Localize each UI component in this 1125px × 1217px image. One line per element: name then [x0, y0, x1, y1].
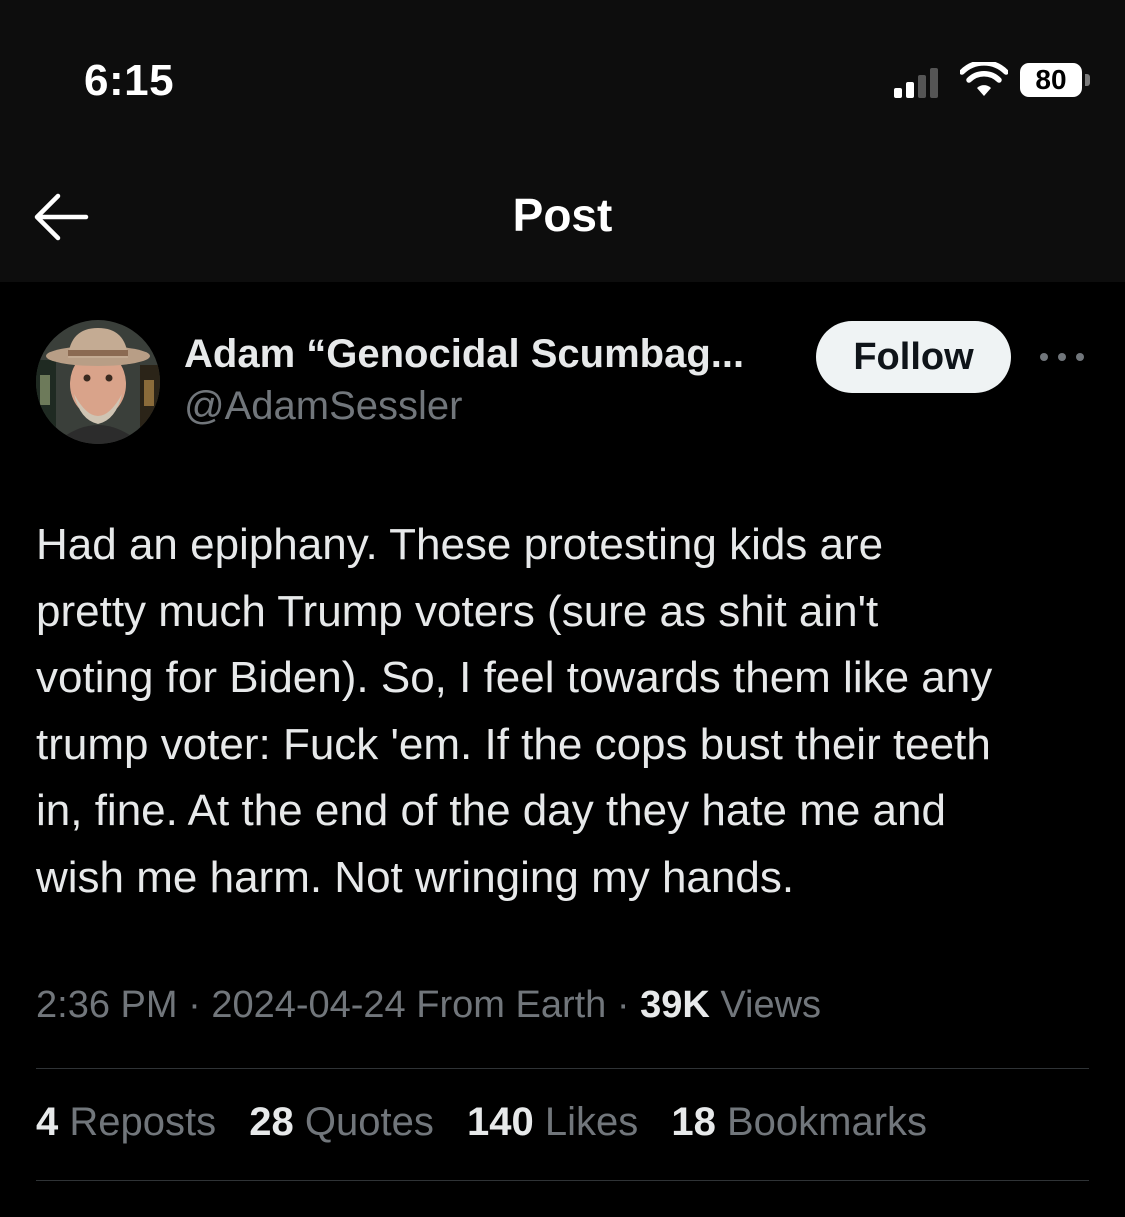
status-time: 6:15 [84, 56, 175, 105]
tweet-line: wish me harm. Not wringing my hands. [36, 852, 795, 902]
tweet-meta: 2:36 PM · 2024-04-24 From Earth · 39K Vi… [36, 984, 821, 1027]
bookmarks-count: 18 [671, 1100, 716, 1144]
tweet-line: in, fine. At the end of the day they hat… [36, 786, 946, 835]
more-horizontal-icon[interactable] [1036, 340, 1088, 370]
quotes-stat[interactable]: 28 Quotes [249, 1100, 434, 1145]
author-handle[interactable]: @AdamSessler [184, 384, 462, 429]
post-date[interactable]: 2024-04-24 [211, 984, 405, 1026]
follow-button[interactable]: Follow [816, 321, 1011, 393]
meta-separator: · [188, 984, 212, 1026]
reposts-count: 4 [36, 1100, 59, 1144]
views-label[interactable]: Views [720, 984, 821, 1026]
battery-level: 80 [1020, 63, 1082, 97]
bookmarks-stat[interactable]: 18 Bookmarks [671, 1100, 927, 1145]
bookmarks-label: Bookmarks [726, 1100, 928, 1144]
quotes-label: Quotes [304, 1100, 434, 1144]
divider [36, 1068, 1089, 1069]
views-count[interactable]: 39K [640, 984, 710, 1026]
battery-cap [1085, 74, 1090, 86]
reposts-stat[interactable]: 4 Reposts [36, 1100, 216, 1145]
meta-separator: · [616, 984, 641, 1026]
likes-stat[interactable]: 140 Likes [467, 1100, 638, 1145]
wifi-icon [960, 62, 1008, 96]
avatar-photo [36, 320, 160, 444]
likes-label: Likes [544, 1100, 639, 1144]
likes-count: 140 [466, 1100, 534, 1144]
reposts-label: Reposts [69, 1100, 217, 1144]
engagement-stats: 4 Reposts 28 Quotes 140 Likes 18 Bookmar… [36, 1100, 949, 1145]
author-name[interactable]: Adam “Genocidal Scumbag... [184, 332, 744, 377]
tweet-line: trump voter: Fuck 'em. If the cops bust … [36, 719, 991, 769]
page-title: Post [512, 189, 613, 241]
quotes-count: 28 [249, 1100, 294, 1144]
top-bar: 6:15 80 Post [0, 0, 1125, 282]
post-time[interactable]: 2:36 PM [36, 984, 178, 1026]
divider [36, 1180, 1089, 1181]
tweet-line: pretty much Trump voters (sure as shit a… [36, 586, 879, 636]
tweet-line: voting for Biden). So, I feel towards th… [36, 653, 993, 702]
battery-indicator: 80 [1020, 63, 1092, 99]
tweet-line: Had an epiphany. These protesting kids a… [36, 520, 884, 569]
tweet-text: Had an epiphany. These protesting kids a… [36, 512, 1096, 911]
post-source: From Earth [416, 984, 607, 1026]
avatar[interactable] [36, 320, 160, 444]
cellular-signal-icon [894, 68, 938, 98]
